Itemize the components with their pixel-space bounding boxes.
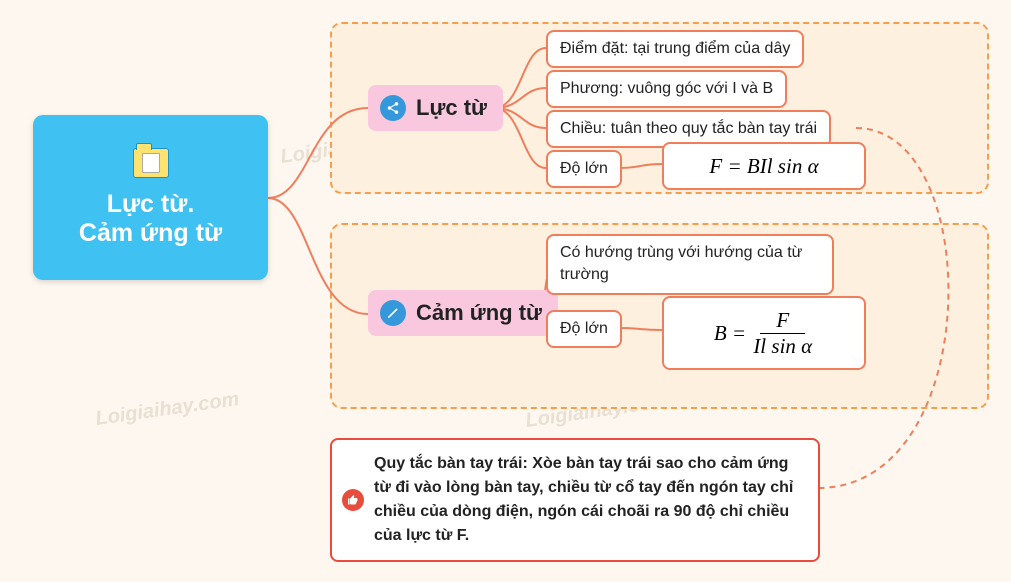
folder-icon xyxy=(133,148,169,178)
leaf-diem-dat[interactable]: Điểm đặt: tại trung điểm của dây xyxy=(546,30,804,68)
formula-B-numerator: F xyxy=(760,308,805,334)
note-text: Quy tắc bàn tay trái: Xòe bàn tay trái s… xyxy=(374,455,793,544)
root-title-line1: Lực từ. xyxy=(107,190,195,219)
formula-B[interactable]: B = F Il sin α xyxy=(662,296,866,370)
root-node[interactable]: Lực từ. Cảm ứng từ xyxy=(33,115,268,280)
formula-B-denominator: Il sin α xyxy=(751,334,814,359)
leaf-phuong[interactable]: Phương: vuông góc với I và B xyxy=(546,70,787,108)
formula-F-text: F = BIl sin α xyxy=(709,154,818,179)
note-quy-tac[interactable]: Quy tắc bàn tay trái: Xòe bàn tay trái s… xyxy=(330,438,820,562)
pen-icon xyxy=(380,300,406,326)
leaf-do-lon-1[interactable]: Độ lớn xyxy=(546,150,622,188)
node-luc-tu-label: Lực từ xyxy=(416,95,487,121)
formula-B-lhs: B = xyxy=(714,321,746,346)
leaf-huong[interactable]: Có hướng trùng với hướng của từ trường xyxy=(546,234,834,295)
formula-F[interactable]: F = BIl sin α xyxy=(662,142,866,190)
thumbs-up-icon xyxy=(342,489,364,511)
formula-B-fraction: F Il sin α xyxy=(751,308,814,359)
node-cam-ung-tu-label: Cảm ứng từ xyxy=(416,300,542,326)
node-cam-ung-tu[interactable]: Cảm ứng từ xyxy=(368,290,558,336)
root-title-line2: Cảm ứng từ xyxy=(79,219,222,248)
share-icon xyxy=(380,95,406,121)
node-luc-tu[interactable]: Lực từ xyxy=(368,85,503,131)
watermark: Loigiaihay.com xyxy=(94,388,241,431)
leaf-do-lon-2[interactable]: Độ lớn xyxy=(546,310,622,348)
